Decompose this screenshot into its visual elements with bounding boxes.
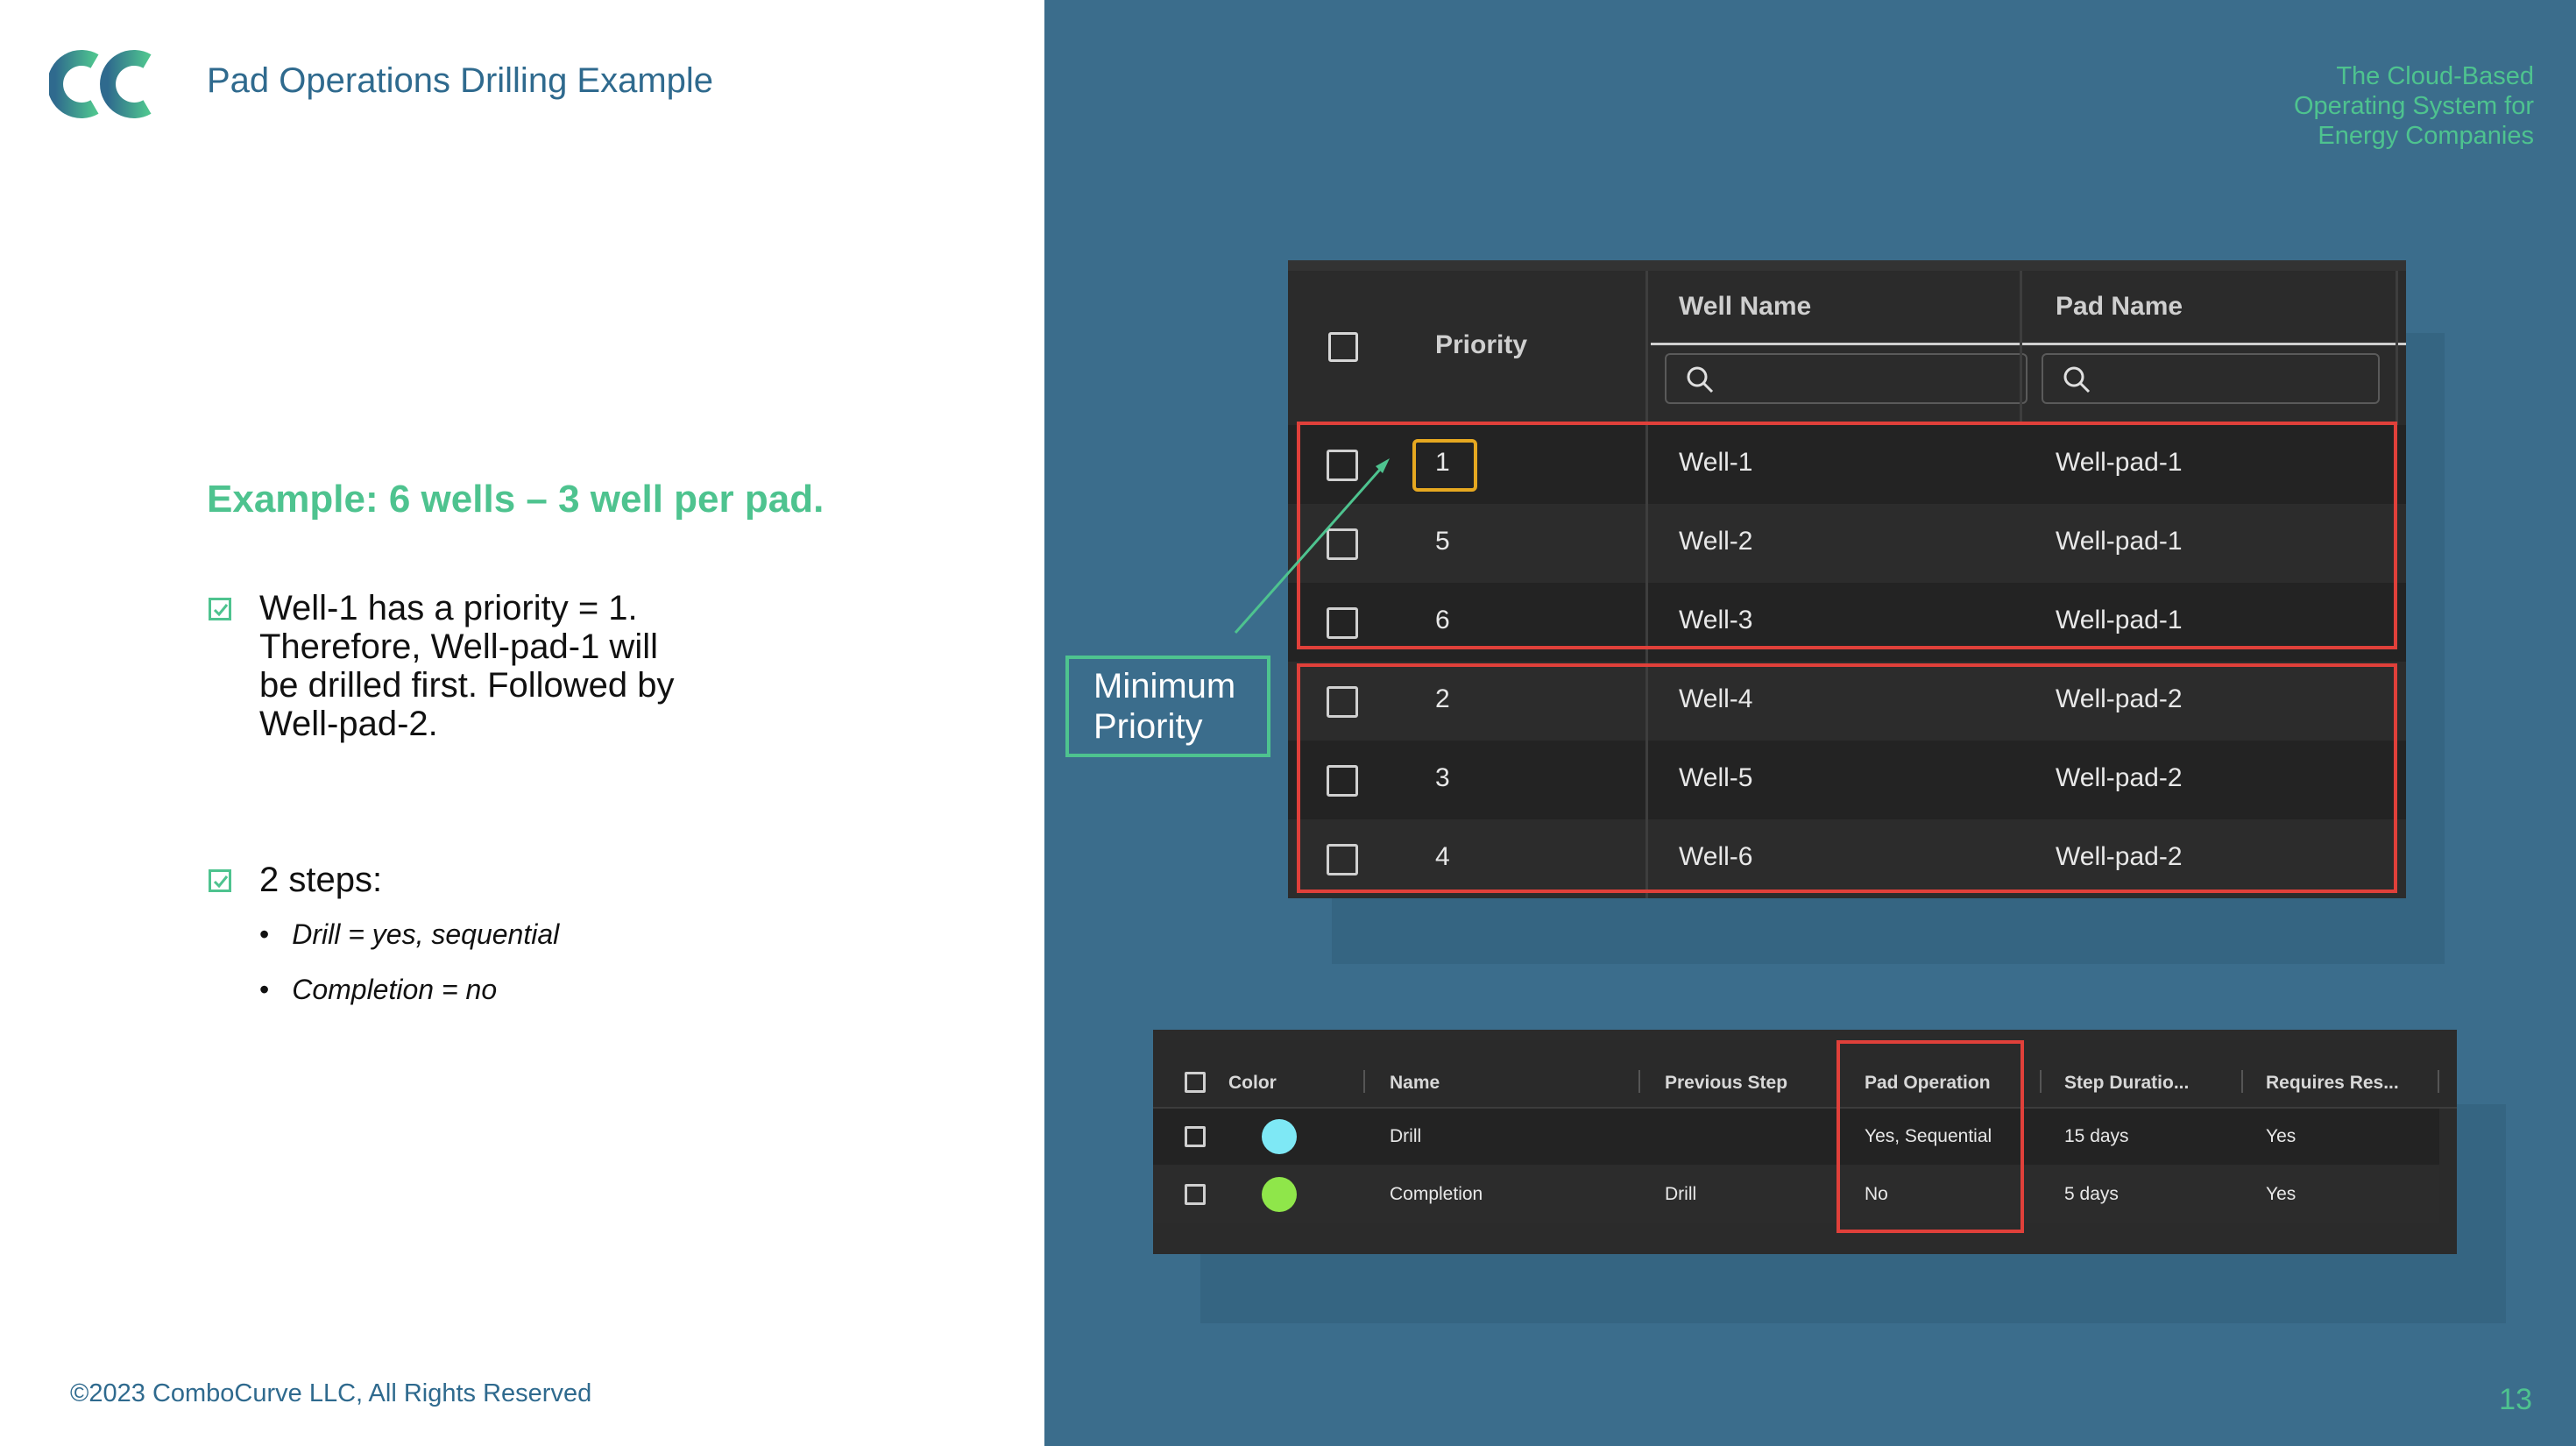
search-icon xyxy=(1687,366,1714,393)
sub-bullet-drill: • Drill = yes, sequential xyxy=(259,918,560,950)
left-panel: Pad Operations Drilling Example Example:… xyxy=(0,0,1044,1446)
example-heading: Example: 6 wells – 3 well per pad. xyxy=(207,478,824,521)
column-separator xyxy=(2241,1070,2243,1093)
wells-table: Priority Well Name Pad Name 1 Well-1 Wel… xyxy=(1288,260,2406,898)
combocurve-logo-icon xyxy=(49,50,152,118)
cell-step-duration: 5 days xyxy=(2064,1184,2119,1204)
well-name-search-input[interactable] xyxy=(1665,353,2028,404)
pad-2-highlight xyxy=(1297,663,2397,893)
table-row[interactable]: Drill Yes, Sequential 15 days Yes xyxy=(1153,1109,2439,1165)
column-separator xyxy=(2438,1070,2439,1093)
cell-requires-resources: Yes xyxy=(2266,1184,2296,1204)
cell-name: Completion xyxy=(1390,1184,1483,1204)
header-underline xyxy=(2028,343,2406,345)
header-name[interactable]: Name xyxy=(1390,1073,1440,1094)
cell-previous-step: Drill xyxy=(1665,1184,1697,1204)
select-all-checkbox[interactable] xyxy=(1185,1072,1206,1093)
row-checkbox[interactable] xyxy=(1185,1184,1206,1205)
search-icon xyxy=(2063,366,2091,393)
header-well-name[interactable]: Well Name xyxy=(1679,292,1811,322)
copyright: ©2023 ComboCurve LLC, All Rights Reserve… xyxy=(70,1379,592,1407)
minimum-priority-callout: Minimum Priority xyxy=(1065,656,1270,757)
header-requires-resources[interactable]: Requires Res... xyxy=(2266,1073,2399,1094)
sub-bullet-drill-text: Drill = yes, sequential xyxy=(292,918,560,950)
callout-arrow-icon xyxy=(1234,458,1390,634)
column-separator xyxy=(1645,271,1648,425)
header-previous-step[interactable]: Previous Step xyxy=(1665,1073,1787,1094)
wells-table-header: Priority Well Name Pad Name xyxy=(1288,271,2406,425)
column-separator xyxy=(2396,271,2398,425)
header-underline xyxy=(1651,343,2028,345)
header-priority[interactable]: Priority xyxy=(1435,330,1527,360)
cell-requires-resources: Yes xyxy=(2266,1126,2296,1146)
page-number: 13 xyxy=(2499,1383,2532,1416)
column-separator xyxy=(1638,1070,1640,1093)
cell-name: Drill xyxy=(1390,1126,1422,1146)
step-color-swatch[interactable] xyxy=(1262,1177,1297,1212)
page-title: Pad Operations Drilling Example xyxy=(207,61,714,100)
pad-1-highlight xyxy=(1297,422,2397,649)
cell-step-duration: 15 days xyxy=(2064,1126,2129,1146)
header-pad-name[interactable]: Pad Name xyxy=(2056,292,2183,322)
bullet-steps-text: 2 steps: xyxy=(259,861,383,899)
table-top-bar xyxy=(1288,260,2406,271)
tagline: The Cloud-Based Operating System for Ene… xyxy=(2294,62,2534,150)
steps-table-header: Color Name Previous Step Pad Operation S… xyxy=(1153,1040,2457,1109)
bullet-priority-text: Well-1 has a priority = 1. Therefore, We… xyxy=(259,589,675,743)
checkbox-bullet-icon xyxy=(209,869,231,892)
pad-name-search-input[interactable] xyxy=(2042,353,2380,404)
sub-bullet-completion: • Completion = no xyxy=(259,974,498,1005)
column-separator xyxy=(2020,271,2022,425)
bullet-steps: 2 steps: xyxy=(209,861,382,899)
row-checkbox[interactable] xyxy=(1185,1126,1206,1147)
checkbox-bullet-icon xyxy=(209,598,231,620)
table-row[interactable]: Completion Drill No 5 days Yes xyxy=(1153,1166,2439,1223)
pad-operation-highlight xyxy=(1836,1040,2024,1233)
header-step-duration[interactable]: Step Duratio... xyxy=(2064,1073,2189,1094)
bullet-priority: Well-1 has a priority = 1. Therefore, We… xyxy=(209,589,675,743)
steps-table: Color Name Previous Step Pad Operation S… xyxy=(1153,1030,2457,1254)
column-separator xyxy=(2040,1070,2042,1093)
sub-bullet-completion-text: Completion = no xyxy=(292,974,498,1005)
header-color[interactable]: Color xyxy=(1228,1073,1277,1094)
select-all-checkbox[interactable] xyxy=(1328,332,1358,362)
step-color-swatch[interactable] xyxy=(1262,1119,1297,1154)
column-separator xyxy=(1363,1070,1365,1093)
